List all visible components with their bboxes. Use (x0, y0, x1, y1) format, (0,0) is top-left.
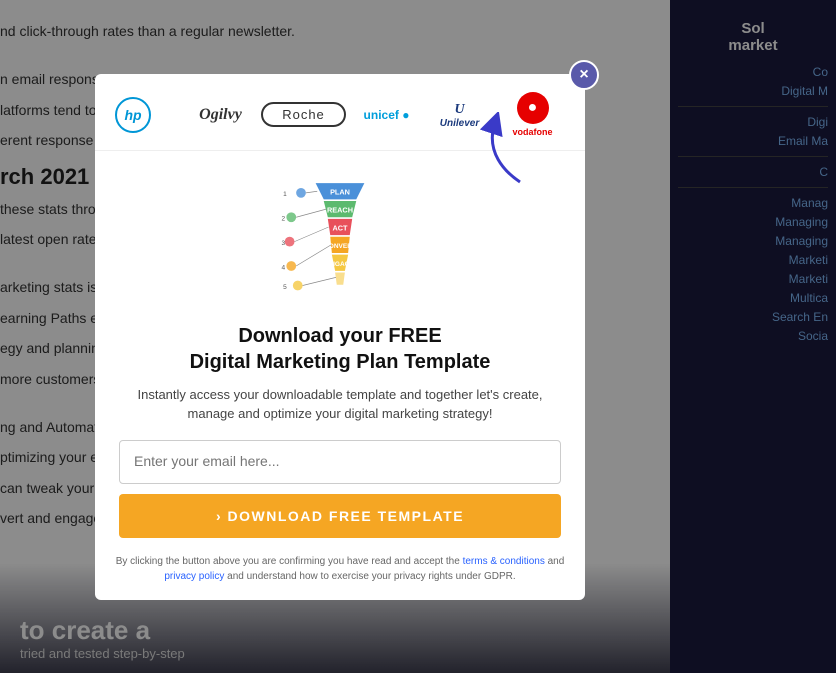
svg-text:2: 2 (282, 215, 286, 222)
email-input-wrapper[interactable] (119, 440, 561, 484)
email-input[interactable] (134, 453, 546, 469)
svg-text:1: 1 (283, 191, 287, 198)
terms-link[interactable]: terms & conditions (463, 556, 545, 567)
svg-text:ACT: ACT (333, 223, 349, 232)
arrow-annotation (465, 112, 535, 197)
svg-text:REACH: REACH (327, 205, 353, 214)
privacy-link[interactable]: privacy policy (164, 571, 224, 582)
logo-unicef: unicef ● (354, 108, 419, 122)
close-icon: × (579, 66, 588, 84)
svg-text:5: 5 (283, 283, 287, 290)
svg-text:4: 4 (282, 264, 286, 271)
logo-hp: hp (115, 97, 180, 133)
modal-subtitle: Instantly access your downloadable templ… (95, 375, 585, 424)
modal-title: Download your FREE Digital Marketing Pla… (95, 323, 585, 375)
svg-text:CONVERT: CONVERT (324, 243, 356, 250)
modal-legal: By clicking the button above you are con… (95, 550, 585, 600)
svg-text:ENGAGE: ENGAGE (326, 261, 355, 268)
modal-close-button[interactable]: × (569, 60, 599, 90)
modal: × hp Ogilvy Roche unicef ● UUnilever ● v… (95, 74, 585, 600)
download-button[interactable]: › DOWNLOAD FREE TEMPLATE (119, 494, 561, 538)
svg-text:PLAN: PLAN (330, 187, 350, 196)
logo-ogilvy: Ogilvy (188, 106, 253, 124)
funnel-diagram: PLAN REACH ACT CONVERT ENGAGE 1 2 3 4 (275, 165, 405, 315)
arrow-svg (465, 112, 535, 192)
svg-text:3: 3 (282, 239, 286, 246)
logo-roche: Roche (261, 102, 346, 127)
